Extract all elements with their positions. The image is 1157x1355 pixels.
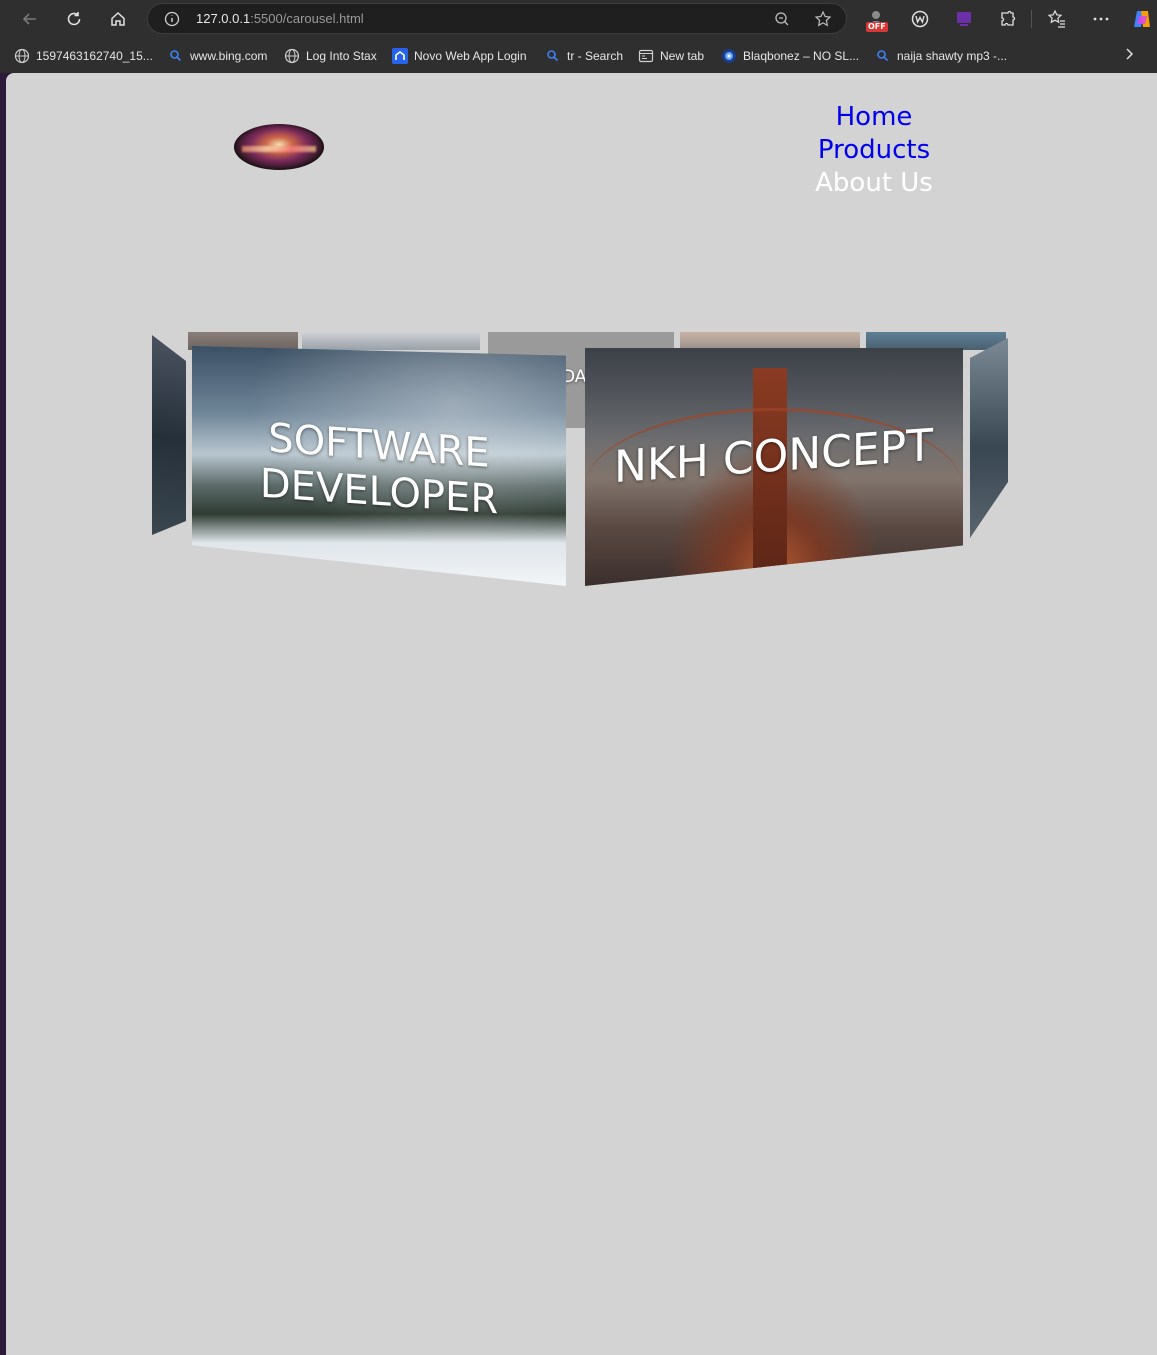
purple-extension-icon xyxy=(957,12,971,26)
carousel-back-panel xyxy=(680,332,860,350)
browser-chrome: 127.0.0.1:5500/carousel.html OFF 1597463… xyxy=(0,0,1157,73)
w-logo-icon xyxy=(911,10,929,28)
back-button[interactable] xyxy=(15,5,45,33)
globe-icon xyxy=(284,48,300,64)
carousel-slide-nkh-concept[interactable]: NKH CONCEPT xyxy=(585,348,963,586)
toolbar-divider xyxy=(1031,10,1032,28)
bookmarks-bar: 1597463162740_15... www.bing.com Log Int… xyxy=(0,38,1157,73)
reload-button[interactable] xyxy=(59,5,89,33)
bookmark-item[interactable]: Blaqbonez – NO SL... xyxy=(721,47,859,65)
newtab-icon xyxy=(638,48,654,64)
url-text[interactable]: 127.0.0.1:5500/carousel.html xyxy=(196,11,364,26)
ellipsis-icon xyxy=(1093,17,1109,21)
nav-products[interactable]: Products xyxy=(804,134,944,167)
carousel-slide-software-developer[interactable]: SOFTWARE DEVELOPER xyxy=(192,346,566,586)
zoom-icon[interactable] xyxy=(774,11,790,31)
site-info-icon[interactable] xyxy=(164,11,180,31)
search-icon xyxy=(545,48,561,64)
url-host: 127.0.0.1 xyxy=(196,11,251,26)
page-viewport: Home Products About Us DA SOFTWARE DEVEL… xyxy=(6,73,1157,1355)
bookmark-label: tr - Search xyxy=(567,49,624,63)
more-menu-button[interactable] xyxy=(1088,6,1114,32)
bookmark-item[interactable]: tr - Search xyxy=(545,47,623,65)
extensions-button[interactable] xyxy=(995,6,1021,32)
extension-off-badge: OFF xyxy=(866,22,888,32)
nav-home[interactable]: Home xyxy=(804,101,944,134)
carousel-back-panel xyxy=(302,332,480,350)
puzzle-icon xyxy=(1001,10,1016,26)
bookmark-label: Blaqbonez – NO SL... xyxy=(743,49,860,63)
address-bar[interactable]: 127.0.0.1:5500/carousel.html xyxy=(147,3,847,34)
home-icon xyxy=(111,11,125,26)
search-icon xyxy=(875,48,891,64)
carousel-back-panel xyxy=(866,332,1006,350)
chevron-right-icon xyxy=(1126,48,1134,60)
carousel-side-panel-left xyxy=(152,335,186,541)
copilot-icon xyxy=(1134,11,1150,27)
nav-about-us[interactable]: About Us xyxy=(804,167,944,200)
bookmark-item[interactable]: www.bing.com xyxy=(168,47,267,65)
slide-caption: SOFTWARE DEVELOPER xyxy=(259,415,499,524)
bookmark-item[interactable]: Novo Web App Login xyxy=(392,47,527,65)
arrow-left-icon xyxy=(22,13,36,25)
favorites-list-icon xyxy=(1047,9,1065,28)
globe-icon xyxy=(14,48,30,64)
main-nav: Home Products About Us xyxy=(804,101,944,200)
bookmark-item[interactable]: naija shawty mp3 -... xyxy=(875,47,1007,65)
bookmark-label: Log Into Stax xyxy=(306,49,377,63)
bookmark-label: naija shawty mp3 -... xyxy=(897,49,1008,63)
extension-off-button[interactable]: OFF xyxy=(863,6,889,32)
image-carousel[interactable]: DA SOFTWARE DEVELOPER NKH CONCEPT xyxy=(146,328,1016,598)
extension-purple-button[interactable] xyxy=(951,6,977,32)
favorite-star-icon[interactable] xyxy=(814,10,832,32)
site-icon xyxy=(721,48,737,64)
bookmarks-more-button[interactable] xyxy=(1121,46,1137,66)
home-button[interactable] xyxy=(103,5,133,33)
novo-icon xyxy=(392,48,408,64)
bookmark-label: New tab xyxy=(660,49,705,63)
extension-w-button[interactable] xyxy=(907,6,933,32)
bookmark-item[interactable]: New tab xyxy=(638,47,704,65)
bookmark-label: www.bing.com xyxy=(190,49,268,63)
browser-toolbar: 127.0.0.1:5500/carousel.html OFF xyxy=(0,0,1157,38)
search-icon xyxy=(168,48,184,64)
copilot-button[interactable] xyxy=(1129,6,1155,32)
bookmark-item[interactable]: 1597463162740_15... xyxy=(14,47,153,65)
carousel-side-panel-right xyxy=(970,338,1008,538)
bookmark-label: 1597463162740_15... xyxy=(36,49,153,63)
url-path: :5500/carousel.html xyxy=(250,11,364,26)
reload-icon xyxy=(67,12,81,26)
favorites-button[interactable] xyxy=(1044,6,1070,32)
bookmark-item[interactable]: Log Into Stax xyxy=(284,47,377,65)
bookmark-label: Novo Web App Login xyxy=(414,49,527,63)
site-logo[interactable] xyxy=(234,124,324,170)
